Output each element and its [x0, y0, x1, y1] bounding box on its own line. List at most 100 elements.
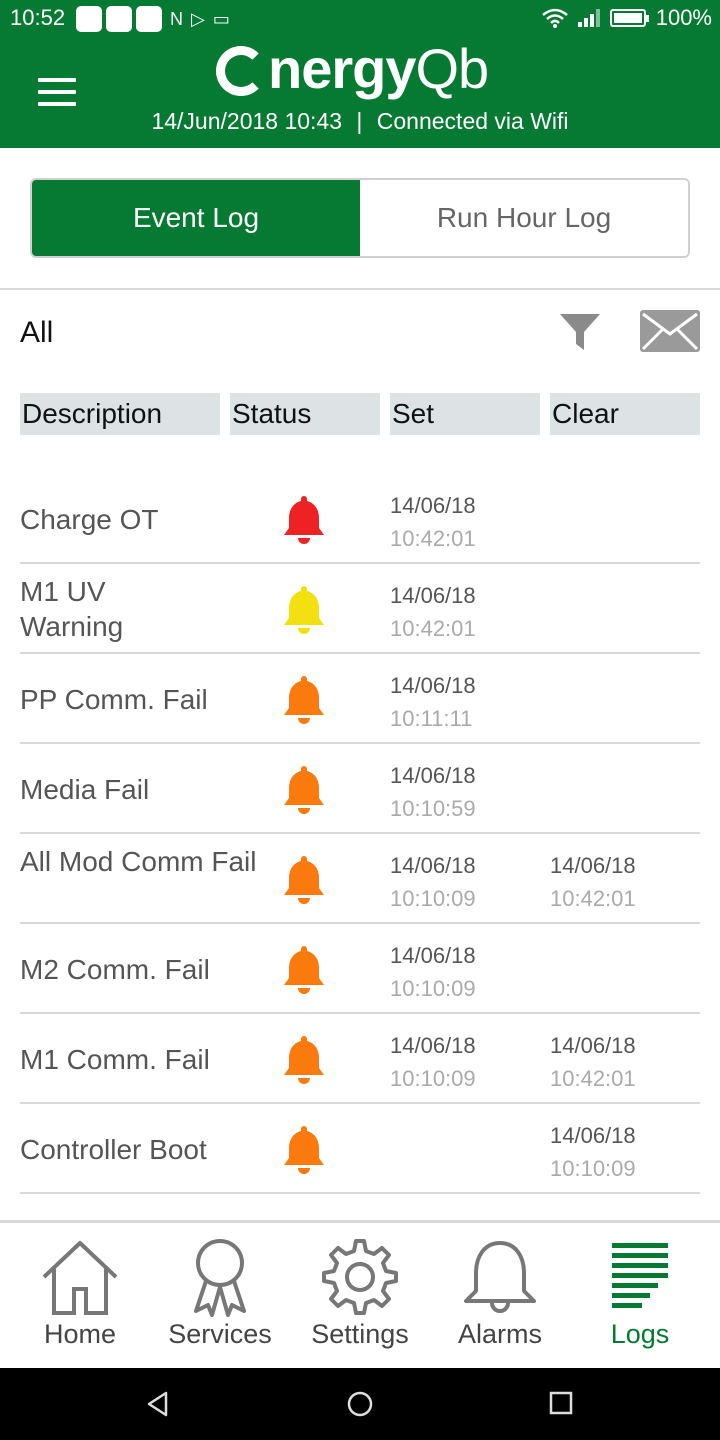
clear-cell: 14/06/18 10:42:01 [550, 1029, 636, 1095]
table-row[interactable]: M1 Comm. Fail 14/06/18 10:10:09 14/06/18 1… [20, 1014, 700, 1104]
signal-icon [577, 9, 600, 27]
tab-run-hour-log[interactable]: Run Hour Log [360, 180, 688, 256]
filter-label: All [20, 316, 54, 349]
nav-label: Logs [610, 1319, 670, 1349]
app-header: nergyQb 14/Jun/2018 10:43 | Connected vi… [0, 36, 720, 148]
status-time: 10:52 [10, 5, 66, 30]
battery-level: 100% [655, 5, 712, 30]
nav-label: Settings [311, 1319, 409, 1349]
set-date: 14/06/18 [390, 853, 476, 878]
clear-date: 14/06/18 [550, 853, 636, 878]
status-bar: 10:52 N ▷ ▭ 100% [0, 0, 720, 36]
table-row[interactable]: M1 UV Warning 14/06/18 10:42:01 [20, 564, 700, 654]
row-description: Controller Boot [20, 1134, 207, 1165]
connection-info: 14/Jun/2018 10:43 | Connected via Wifi [0, 108, 720, 135]
clear-date: 14/06/18 [550, 1123, 636, 1148]
set-cell: 14/06/18 10:42:01 [390, 579, 476, 645]
connection-status: Connected via Wifi [376, 108, 569, 134]
set-cell: 14/06/18 10:10:59 [390, 759, 476, 825]
alarm-bell-icon [284, 496, 324, 544]
email-icon[interactable] [640, 310, 700, 352]
set-time: 10:10:59 [390, 796, 476, 821]
clear-time: 10:42:01 [550, 886, 636, 911]
table-header: Description Status Set Clear [20, 393, 700, 435]
set-date: 14/06/18 [390, 1033, 476, 1058]
set-time: 10:11:11 [390, 706, 473, 731]
logo-suffix: Qb [415, 37, 490, 100]
home-circle-icon[interactable] [346, 1390, 374, 1418]
clear-date: 14/06/18 [550, 1033, 636, 1058]
set-date: 14/06/18 [390, 943, 476, 968]
row-description: M1 Comm. Fail [20, 1044, 210, 1075]
notification-icon [76, 6, 102, 32]
row-description: M2 Comm. Fail [20, 954, 210, 985]
clear-time: 10:10:09 [550, 1156, 636, 1181]
status-right: 100% [541, 5, 712, 31]
logo-e-mark [216, 46, 266, 96]
nav-services[interactable]: Services [150, 1223, 290, 1368]
set-cell: 14/06/18 10:42:01 [390, 489, 476, 555]
filter-row: All [20, 310, 700, 360]
set-date: 14/06/18 [390, 763, 476, 788]
table-row[interactable]: Charge OT 14/06/18 10:42:01 [20, 474, 700, 564]
n-icon: N [170, 8, 183, 29]
table-row[interactable]: M2 Comm. Fail 14/06/18 10:10:09 [20, 924, 700, 1014]
table-row[interactable]: All Mod Comm Fail 14/06/18 10:10:09 14/06… [20, 834, 700, 924]
nav-home[interactable]: Home [10, 1223, 150, 1368]
alarm-bell-icon [284, 946, 324, 994]
ribbon-icon [194, 1239, 246, 1317]
clear-cell: 14/06/18 10:10:09 [550, 1119, 636, 1185]
table-row[interactable]: Media Fail 14/06/18 10:10:59 [20, 744, 700, 834]
row-description: M1 UV Warning [20, 576, 124, 642]
alarm-bell-icon [284, 1036, 324, 1084]
table-row[interactable]: PP Comm. Fail 14/06/18 10:11:11 [20, 654, 700, 744]
home-icon [42, 1241, 118, 1315]
menu-icon[interactable] [38, 78, 76, 106]
bottom-nav: Home Services Settings Alarms Logs [0, 1220, 720, 1368]
alarm-bell-icon [284, 856, 324, 904]
set-cell: 14/06/18 10:10:09 [390, 849, 476, 915]
row-description: PP Comm. Fail [20, 684, 208, 715]
set-date: 14/06/18 [390, 583, 476, 608]
app-logo: nergyQb [216, 36, 516, 106]
header-separator: | [356, 108, 363, 134]
logs-icon [612, 1243, 668, 1308]
alarm-bell-icon [284, 586, 324, 634]
gear-icon [322, 1239, 398, 1315]
bell-icon [464, 1241, 536, 1313]
row-description: All Mod Comm Fail [20, 846, 257, 877]
nav-settings[interactable]: Settings [290, 1223, 430, 1368]
back-icon[interactable] [144, 1390, 172, 1418]
set-time: 10:42:01 [390, 526, 476, 551]
nav-logs[interactable]: Logs [570, 1223, 710, 1368]
logo-text: nergy [268, 37, 416, 100]
set-cell: 14/06/18 10:11:11 [390, 669, 476, 735]
set-cell: 14/06/18 10:10:09 [390, 1029, 476, 1095]
filter-icon[interactable] [558, 312, 602, 352]
recents-icon[interactable] [548, 1390, 574, 1416]
table-row[interactable]: Controller Boot 14/06/18 10:10:09 [20, 1104, 700, 1194]
header-datetime: 14/Jun/2018 10:43 [151, 108, 343, 134]
notification-icon [136, 6, 162, 32]
tab-event-log[interactable]: Event Log [32, 180, 360, 256]
notification-icon [106, 6, 132, 32]
nav-label: Services [168, 1319, 272, 1349]
set-date: 14/06/18 [390, 673, 476, 698]
set-time: 10:42:01 [390, 616, 476, 641]
clear-cell: 14/06/18 10:42:01 [550, 849, 636, 915]
alarm-bell-icon [284, 676, 324, 724]
set-date: 14/06/18 [390, 493, 476, 518]
log-tabs: Event Log Run Hour Log [30, 178, 690, 258]
nav-label: Alarms [457, 1319, 542, 1349]
column-header-status: Status [230, 393, 380, 435]
row-description: Charge OT [20, 504, 159, 535]
column-header-set: Set [390, 393, 540, 435]
clear-time: 10:42:01 [550, 1066, 636, 1091]
row-description: Media Fail [20, 774, 150, 805]
battery-icon [609, 9, 649, 27]
nav-alarms[interactable]: Alarms [430, 1223, 570, 1368]
voicemail-icon: ▭ [212, 8, 230, 29]
set-time: 10:10:09 [390, 1066, 476, 1091]
set-time: 10:10:09 [390, 886, 476, 911]
section-divider [0, 288, 720, 290]
